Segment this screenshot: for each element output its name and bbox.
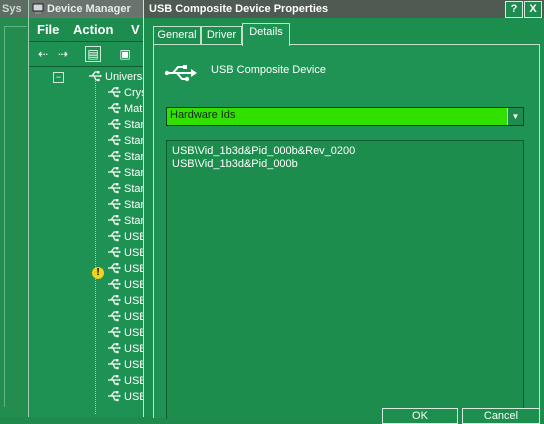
device-manager-title: Device Manager	[47, 3, 131, 15]
ok-button[interactable]: OK	[382, 408, 458, 424]
tree-item[interactable]: Standa	[107, 117, 147, 133]
tree-item[interactable]: Standa	[107, 213, 147, 229]
tree-item[interactable]: USB Ro	[107, 357, 147, 373]
usb-icon	[108, 215, 121, 226]
close-button[interactable]: X	[524, 1, 542, 18]
menu-action[interactable]: Action	[73, 22, 113, 37]
usb-device-icon	[164, 65, 197, 82]
tab-driver[interactable]: Driver	[201, 26, 242, 45]
usb-icon	[108, 391, 121, 402]
properties-title: USB Composite Device Properties	[149, 3, 329, 15]
tree-item[interactable]: USB Ro	[107, 373, 147, 389]
tree-item[interactable]: USB Ro	[107, 309, 147, 325]
device-manager-window: Device Manager File Action V ⇠ ⇢ ▤ ▣ − U…	[28, 0, 147, 417]
tree-item[interactable]: USB Ma	[107, 277, 147, 293]
tree-item[interactable]: USB Ro	[107, 341, 147, 357]
device-name: USB Composite Device	[211, 64, 326, 76]
menu-view[interactable]: V	[131, 22, 140, 37]
usb-icon	[108, 327, 121, 338]
tree-item[interactable]: USB Ro	[107, 389, 147, 405]
usb-icon	[108, 199, 121, 210]
help-button[interactable]: ?	[505, 1, 523, 18]
device-manager-toolbar: ⇠ ⇢ ▤ ▣	[29, 42, 147, 67]
usb-icon	[108, 183, 121, 194]
usb-icon	[108, 231, 121, 242]
tree-item[interactable]: Standa	[107, 149, 147, 165]
tree-item[interactable]: USB Ro	[107, 325, 147, 341]
property-select[interactable]: Hardware Ids ▼	[166, 107, 524, 126]
forward-icon[interactable]: ⇢	[55, 46, 71, 62]
usb-icon	[108, 151, 121, 162]
tree-root-usb-controllers[interactable]: Universal S	[88, 69, 147, 85]
usb-icon	[108, 375, 121, 386]
usb-icon	[108, 343, 121, 354]
property-value-item[interactable]: USB\Vid_1b3d&Pid_000b&Rev_0200	[172, 145, 355, 157]
usb-icon	[108, 295, 121, 306]
usb-icon	[108, 103, 121, 114]
tab-details[interactable]: Details	[242, 23, 290, 46]
usb-icon	[89, 71, 102, 82]
details-panel: USB Composite Device Hardware Ids ▼ USB\…	[153, 44, 540, 419]
print-icon[interactable]: ▣	[117, 46, 133, 62]
device-manager-titlebar[interactable]: Device Manager	[29, 0, 147, 18]
usb-icon	[108, 263, 121, 274]
usb-icon	[108, 119, 121, 130]
usb-icon	[108, 167, 121, 178]
tree-connector	[95, 79, 96, 414]
tree-item[interactable]: Matrix (	[107, 101, 147, 117]
properties-titlebar[interactable]: USB Composite Device Properties ? X	[144, 0, 544, 18]
usb-icon	[108, 359, 121, 370]
device-manager-menubar: File Action V	[29, 19, 147, 42]
chevron-down-icon[interactable]: ▼	[507, 108, 523, 125]
tree-root-label: Universal S	[105, 71, 147, 83]
tree-item[interactable]: Standa	[107, 197, 147, 213]
usb-icon	[108, 247, 121, 258]
property-values-list[interactable]: USB\Vid_1b3d&Pid_000b&Rev_0200 USB\Vid_1…	[166, 140, 524, 419]
tree-item[interactable]: USB Co	[107, 245, 147, 261]
device-tree: − Universal S Crystal Matrix ( Standa St…	[29, 67, 147, 417]
usb-icon	[108, 87, 121, 98]
usb-icon	[108, 279, 121, 290]
cancel-button[interactable]: Cancel	[462, 408, 540, 424]
usb-icon	[108, 135, 121, 146]
warning-icon: !	[92, 267, 104, 279]
tab-general[interactable]: General	[153, 26, 201, 45]
properties-dialog: USB Composite Device Properties ? X Gene…	[143, 0, 544, 424]
tree-item[interactable]: Standa	[107, 165, 147, 181]
property-select-value: Hardware Ids	[170, 109, 236, 121]
menu-file[interactable]: File	[37, 22, 59, 37]
device-manager-icon	[32, 3, 44, 14]
tree-item-selected[interactable]: USB Co	[107, 261, 147, 277]
usb-icon	[108, 311, 121, 322]
property-value-item[interactable]: USB\Vid_1b3d&Pid_000b	[172, 158, 298, 170]
properties-icon[interactable]: ▤	[85, 46, 101, 62]
tree-item[interactable]: Standa	[107, 181, 147, 197]
system-properties-tab-edge	[4, 26, 27, 407]
tree-item[interactable]: Crystal	[107, 85, 147, 101]
back-icon[interactable]: ⇠	[35, 46, 51, 62]
collapse-toggle[interactable]: −	[53, 72, 64, 83]
tree-item[interactable]: Standa	[107, 133, 147, 149]
tree-item[interactable]: USB Co	[107, 229, 147, 245]
tree-item[interactable]: USB Ro	[107, 293, 147, 309]
